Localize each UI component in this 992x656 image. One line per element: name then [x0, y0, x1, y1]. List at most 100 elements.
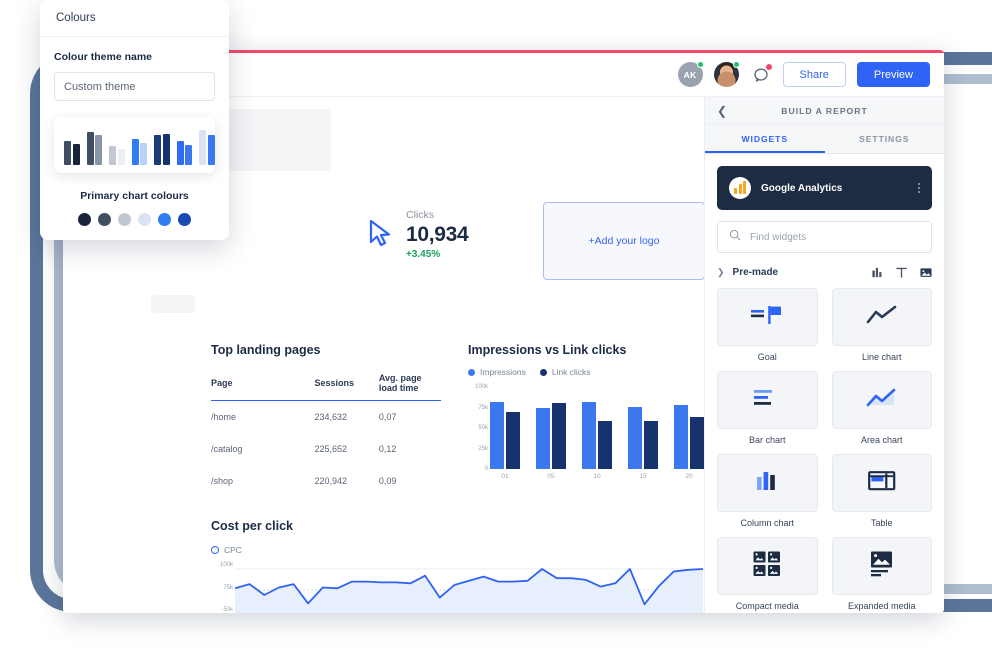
legend-item-impressions: Impressions — [468, 367, 526, 377]
widget-grid: Goal Line chart Bar chart Area chart Col… — [717, 288, 932, 611]
bar-link-clicks — [598, 421, 612, 469]
top-landing-pages-widget[interactable]: Top landing pages Page Sessions Avg. pag… — [211, 343, 441, 497]
colour-swatch-1[interactable] — [78, 213, 91, 226]
avatar-photo[interactable] — [713, 61, 740, 87]
table-header-row: Page Sessions Avg. page load time — [211, 373, 441, 401]
colour-theme-name-label: Colour theme name — [54, 51, 153, 63]
find-widgets-search[interactable] — [717, 221, 932, 253]
preview-bar — [207, 135, 215, 165]
text-view-icon[interactable] — [896, 267, 907, 278]
media-view-icon[interactable] — [920, 267, 932, 278]
preview-button[interactable]: Preview — [856, 62, 930, 87]
preview-bar — [117, 149, 125, 165]
table-row: /catalog 225,652 0,12 — [211, 433, 441, 465]
column-header-load-time: Avg. page load time — [378, 373, 441, 401]
impressions-vs-clicks-widget[interactable]: Impressions vs Link clicks Impressions L… — [468, 343, 704, 483]
cell-sessions: 220,942 — [314, 476, 348, 486]
colour-swatch-6[interactable] — [178, 213, 191, 226]
widget-icon-box — [831, 371, 932, 429]
preview-bar-pair — [64, 125, 80, 165]
table-row: /home 234,632 0,07 — [211, 401, 441, 434]
widget-card-line-chart[interactable]: Line chart — [831, 288, 932, 362]
colour-swatch-5[interactable] — [158, 213, 171, 226]
preview-bar-pair — [109, 125, 125, 165]
preview-bar-pair — [199, 125, 215, 165]
online-badge-icon — [696, 61, 704, 68]
cell-load-time: 0,09 — [378, 476, 397, 486]
widget-card-area-chart[interactable]: Area chart — [831, 371, 932, 445]
bar-group — [490, 387, 520, 469]
column-chart-icon — [755, 470, 779, 497]
colour-theme-name-input[interactable] — [54, 72, 215, 101]
bar-link-clicks — [506, 412, 520, 469]
chart-legend: Impressions Link clicks — [468, 367, 704, 377]
chart-legend: CPC — [211, 545, 703, 555]
y-tick: 100k — [474, 384, 488, 390]
share-button[interactable]: Share — [782, 62, 846, 87]
add-logo-dropzone[interactable]: +Add your logo — [543, 202, 704, 280]
bar-impressions — [628, 406, 642, 469]
legend-item-link-clicks: Link clicks — [539, 367, 591, 377]
bar-link-clicks — [690, 417, 704, 469]
datasource-google-analytics[interactable]: Google Analytics — [717, 166, 932, 210]
widget-card-bar-chart[interactable]: Bar chart — [717, 371, 818, 445]
clicks-metric-widget[interactable]: Clicks 10,934 +3.45% — [368, 209, 469, 260]
x-tick: 20 — [685, 473, 693, 480]
chevron-down-icon[interactable]: ❯ — [717, 267, 725, 278]
widget-card-goal[interactable]: Goal — [717, 288, 818, 362]
widget-icon-box — [717, 454, 818, 512]
landing-pages-table: Page Sessions Avg. page load time /home … — [211, 373, 441, 497]
tab-widgets[interactable]: WIDGETS — [705, 125, 825, 153]
tab-settings[interactable]: SETTINGS — [825, 125, 945, 153]
x-tick: 15 — [639, 473, 647, 480]
colour-swatch-2[interactable] — [98, 213, 111, 226]
widget-card-expanded-media[interactable]: Expanded media — [831, 537, 932, 611]
widget-label: Area chart — [860, 435, 903, 445]
y-tick: 50k — [478, 425, 488, 431]
x-tick: 10 — [593, 473, 601, 480]
bar-group — [582, 387, 612, 469]
cost-per-click-widget[interactable]: Cost per click CPC 100k 75k 50k 25k 0 — [211, 519, 703, 613]
y-tick: 100k — [219, 562, 233, 568]
colour-swatch-4[interactable] — [138, 213, 151, 226]
column-header-page: Page — [211, 373, 315, 401]
chart-view-icon[interactable] — [872, 267, 883, 278]
preview-bar — [140, 142, 147, 165]
colours-popover[interactable]: Colours Colour theme name Primary chart … — [40, 0, 229, 240]
metric-label: Clicks — [406, 209, 434, 221]
sidebar-content: Google Analytics ❯ — [705, 154, 944, 613]
bar-chart-plot: 100k 75k 50k 25k 0 01 05 10 15 20 — [468, 384, 704, 483]
line-chart-icon — [866, 305, 898, 330]
area-chart-plot: 100k 75k 50k 25k 0 010203040506070809101… — [211, 562, 703, 613]
preview-bar-pair — [131, 125, 147, 165]
widget-icon-box — [831, 454, 932, 512]
y-axis-labels: 100k 75k 50k 25k 0 — [468, 384, 488, 472]
widget-card-column-chart[interactable]: Column chart — [717, 454, 818, 528]
bar-chart-icon — [753, 388, 781, 413]
x-tick: 01 — [501, 473, 509, 480]
chat-bubble-icon[interactable] — [750, 63, 772, 86]
canvas-placeholder-block — [151, 295, 195, 313]
view-toggle-group — [872, 267, 932, 278]
preview-bar — [176, 141, 184, 165]
avatar-ak[interactable]: AK — [677, 61, 704, 87]
bar-group — [628, 387, 658, 469]
bar-group — [674, 387, 704, 469]
widget-title: Cost per click — [211, 519, 293, 533]
sidebar-header: ❮ BUILD A REPORT — [705, 97, 944, 125]
cell-page: /catalog — [211, 444, 243, 454]
legend-bullet-icon — [468, 368, 475, 376]
section-label: Pre-made — [732, 267, 779, 278]
notification-dot-icon — [765, 63, 772, 70]
more-options-icon[interactable] — [917, 182, 920, 194]
widget-card-compact-media[interactable]: Compact media — [717, 537, 818, 611]
preview-bar — [131, 138, 139, 165]
search-input[interactable] — [750, 231, 920, 243]
goal-flag-icon — [750, 304, 784, 331]
avatar-initials: AK — [683, 69, 697, 80]
bar-group — [536, 387, 566, 469]
bar-impressions — [582, 401, 596, 469]
colour-swatch-3[interactable] — [118, 213, 131, 226]
popover-body: Colour theme name Primary chart colours — [40, 37, 229, 226]
widget-card-table[interactable]: Table — [831, 454, 932, 528]
